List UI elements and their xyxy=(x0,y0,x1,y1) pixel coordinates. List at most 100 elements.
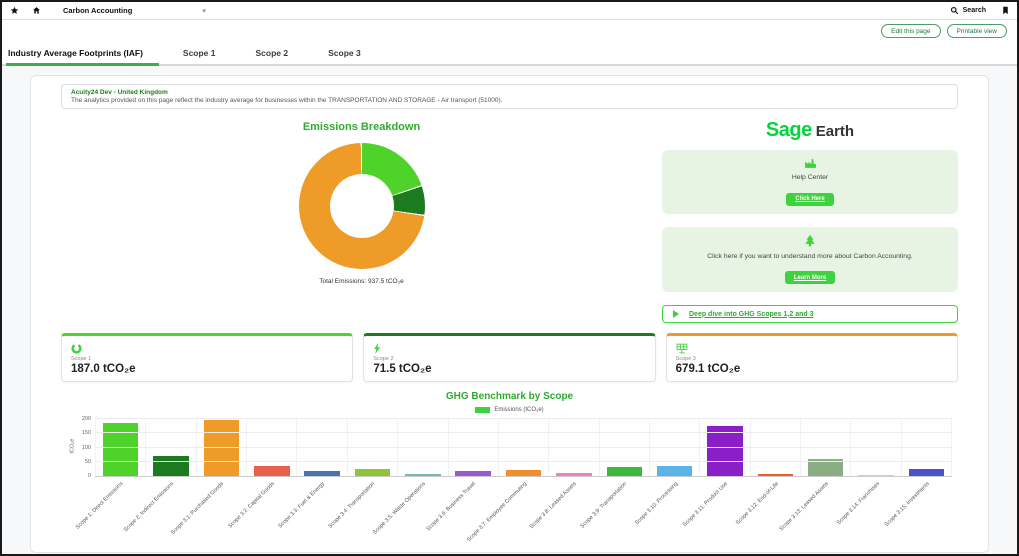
gridline xyxy=(95,432,952,434)
deep-dive-link-box[interactable]: Deep dive into GHG Scopes 1,2 and 3 xyxy=(662,305,958,323)
bar-chart: tCO₂e 0 50 100 150 200 Scope 1: Direct Emiss… xyxy=(69,416,953,543)
y-tick-label: 200 xyxy=(81,416,91,422)
tab-bar: Industry Average Footprints (IAF) Scope 1… xyxy=(2,42,1017,66)
learn-more-box: Click here if you want to understand mor… xyxy=(662,226,958,292)
search-label: Search xyxy=(962,7,986,14)
y-tick-label: 150 xyxy=(81,430,91,437)
x-tick-label: Scope 3.14: Franchises xyxy=(835,481,881,527)
bar-scope-3-14-franchises[interactable] xyxy=(858,475,894,476)
bar-cell xyxy=(146,419,197,476)
info-banner-title: Acuity24 Dev - United Kingdom xyxy=(71,89,168,96)
sage-logo-text: Sage xyxy=(765,119,812,141)
printable-view-button[interactable]: Printable view xyxy=(946,24,1007,38)
scope-card-scope-2[interactable]: Scope 2 71.5 tCO₂e xyxy=(363,333,656,382)
app-switcher-label: Carbon Accounting xyxy=(63,6,133,15)
bar-cell xyxy=(197,419,248,476)
bolt-icon xyxy=(373,341,645,354)
learn-more-button[interactable]: Learn More xyxy=(784,271,836,284)
x-tick-label: Scope 3.12: End-of-Life xyxy=(734,481,780,527)
x-tick-label: Scope 1: Direct Emissions xyxy=(74,481,125,531)
x-tick-label: Scope 3.7: Employee Commuting xyxy=(465,481,528,544)
bar-cell xyxy=(801,419,852,476)
edit-page-button[interactable]: Edit this page xyxy=(881,24,941,38)
legend-swatch xyxy=(475,407,491,413)
scope-card-value: 71.5 tCO₂e xyxy=(373,363,432,375)
bar-cell xyxy=(247,419,298,476)
bar-scope-3-8-leased-assets[interactable] xyxy=(556,473,592,476)
gridline xyxy=(95,418,952,419)
emissions-donut-chart[interactable] xyxy=(298,143,425,269)
help-center-label: Help Center xyxy=(791,174,829,181)
tree-icon xyxy=(805,234,815,246)
x-tick-label: Scope 3.15: Investments xyxy=(883,481,932,529)
bar-scope-3-6-business-travel[interactable] xyxy=(455,470,491,476)
tab-industry-average-footprints-iaf[interactable]: Industry Average Footprints (IAF) xyxy=(6,42,159,66)
x-axis-labels: Scope 1: Direct Emissions Scope 2: Indire… xyxy=(75,477,952,543)
bar-cell xyxy=(700,419,751,476)
search-icon xyxy=(950,6,960,16)
tab-scope-3[interactable]: Scope 3 xyxy=(326,42,377,64)
bar-scope-3-9-transportation[interactable] xyxy=(606,467,643,476)
bar-cell xyxy=(348,419,399,476)
emissions-breakdown-section: Emissions Breakdown Total Emissions: 937… xyxy=(61,115,662,323)
app-switcher-dropdown[interactable]: Carbon Accounting ▾ xyxy=(63,6,206,15)
scope-card-label: Scope 2 xyxy=(373,356,394,362)
bookmark-icon[interactable] xyxy=(1000,6,1010,16)
legend-label: Emissions (tCO₂e) xyxy=(494,407,544,413)
y-tick-label: 100 xyxy=(81,444,91,451)
x-tick-label: Scope 3.5: Waste Operations xyxy=(372,481,427,536)
sage-earth-logo: Sage Earth xyxy=(662,119,958,142)
star-icon[interactable] xyxy=(9,6,19,16)
tab-scope-2[interactable]: Scope 2 xyxy=(254,42,305,64)
bar-scope-3-2-capital-goods[interactable] xyxy=(253,466,290,476)
scope-card-scope-1[interactable]: Scope 1 187.0 tCO₂e xyxy=(61,333,354,382)
earth-logo-text: Earth xyxy=(815,123,855,140)
bar-scope-1-direct-emissions[interactable] xyxy=(102,422,139,476)
bar-scope-3-11-product-use[interactable] xyxy=(707,426,743,476)
x-tick-label: Scope 3.6: Business Travel xyxy=(425,481,478,533)
x-tick-label: Scope 3.10: Processing xyxy=(633,481,679,527)
bar-scope-3-12-end-of-life[interactable] xyxy=(757,473,794,476)
bar-scope-3-4-transportation[interactable] xyxy=(354,468,391,476)
gridline xyxy=(95,446,952,448)
info-banner: Acuity24 Dev - United Kingdom The analyt… xyxy=(61,84,958,109)
bar-cell xyxy=(499,419,550,476)
bar-scope-3-1-purchased-goods[interactable] xyxy=(203,420,240,476)
help-center-click-here-button[interactable]: Click Here xyxy=(786,192,834,206)
bar-scope-3-7-employee-commuting[interactable] xyxy=(505,470,542,476)
search-button[interactable]: Search xyxy=(950,6,986,16)
play-icon xyxy=(673,310,679,318)
x-tick-label: Scope 3.4: Transportation xyxy=(327,481,377,530)
gridline xyxy=(95,460,952,462)
learn-more-text: Click here if you want to understand mor… xyxy=(707,252,913,260)
bar-scope-3-10-processing[interactable] xyxy=(656,466,693,476)
scope-card-label: Scope 3 xyxy=(675,356,696,362)
home-icon[interactable] xyxy=(31,6,41,16)
chart-legend: Emissions (tCO₂e) xyxy=(61,407,958,413)
factory-icon xyxy=(804,159,816,168)
bar-cell xyxy=(751,419,802,476)
bar-cell xyxy=(851,419,902,476)
page-content: Acuity24 Dev - United Kingdom The analyt… xyxy=(2,66,1017,554)
bar-cell xyxy=(902,419,953,476)
scope-card-scope-3[interactable]: Scope 3 679.1 tCO₂e xyxy=(665,333,958,382)
ring-icon xyxy=(71,341,343,354)
bar-chart-title: GHG Benchmark by Scope xyxy=(445,391,574,402)
tab-scope-1[interactable]: Scope 1 xyxy=(181,42,232,64)
bar-scope-3-15-investments[interactable] xyxy=(908,468,945,476)
bar-scope-2-indirect-emissions[interactable] xyxy=(153,455,189,476)
help-center-box: Help Center Click Here xyxy=(662,150,958,214)
x-tick-label: Scope 3.13: Leased Assets xyxy=(778,481,831,533)
donut-hole xyxy=(329,174,394,238)
main-panel: Acuity24 Dev - United Kingdom The analyt… xyxy=(30,75,989,553)
total-emissions-label: Total Emissions: 937.5 tCO₂e xyxy=(319,278,404,285)
deep-dive-link: Deep dive into GHG Scopes 1,2 and 3 xyxy=(689,310,814,318)
scope-card-label: Scope 1 xyxy=(71,356,92,362)
bar-scope-3-5-waste-operations[interactable] xyxy=(405,473,441,476)
benchmark-chart-section: GHG Benchmark by Scope Emissions (tCO₂e)… xyxy=(61,391,958,543)
bar-scope-3-3-fuel-energy[interactable] xyxy=(304,470,340,476)
x-tick-label: Scope 3.8: Leased Assets xyxy=(528,481,579,531)
bar-cell xyxy=(95,419,147,476)
bar-cell xyxy=(449,419,499,476)
scope-card-value: 679.1 tCO₂e xyxy=(675,363,741,375)
